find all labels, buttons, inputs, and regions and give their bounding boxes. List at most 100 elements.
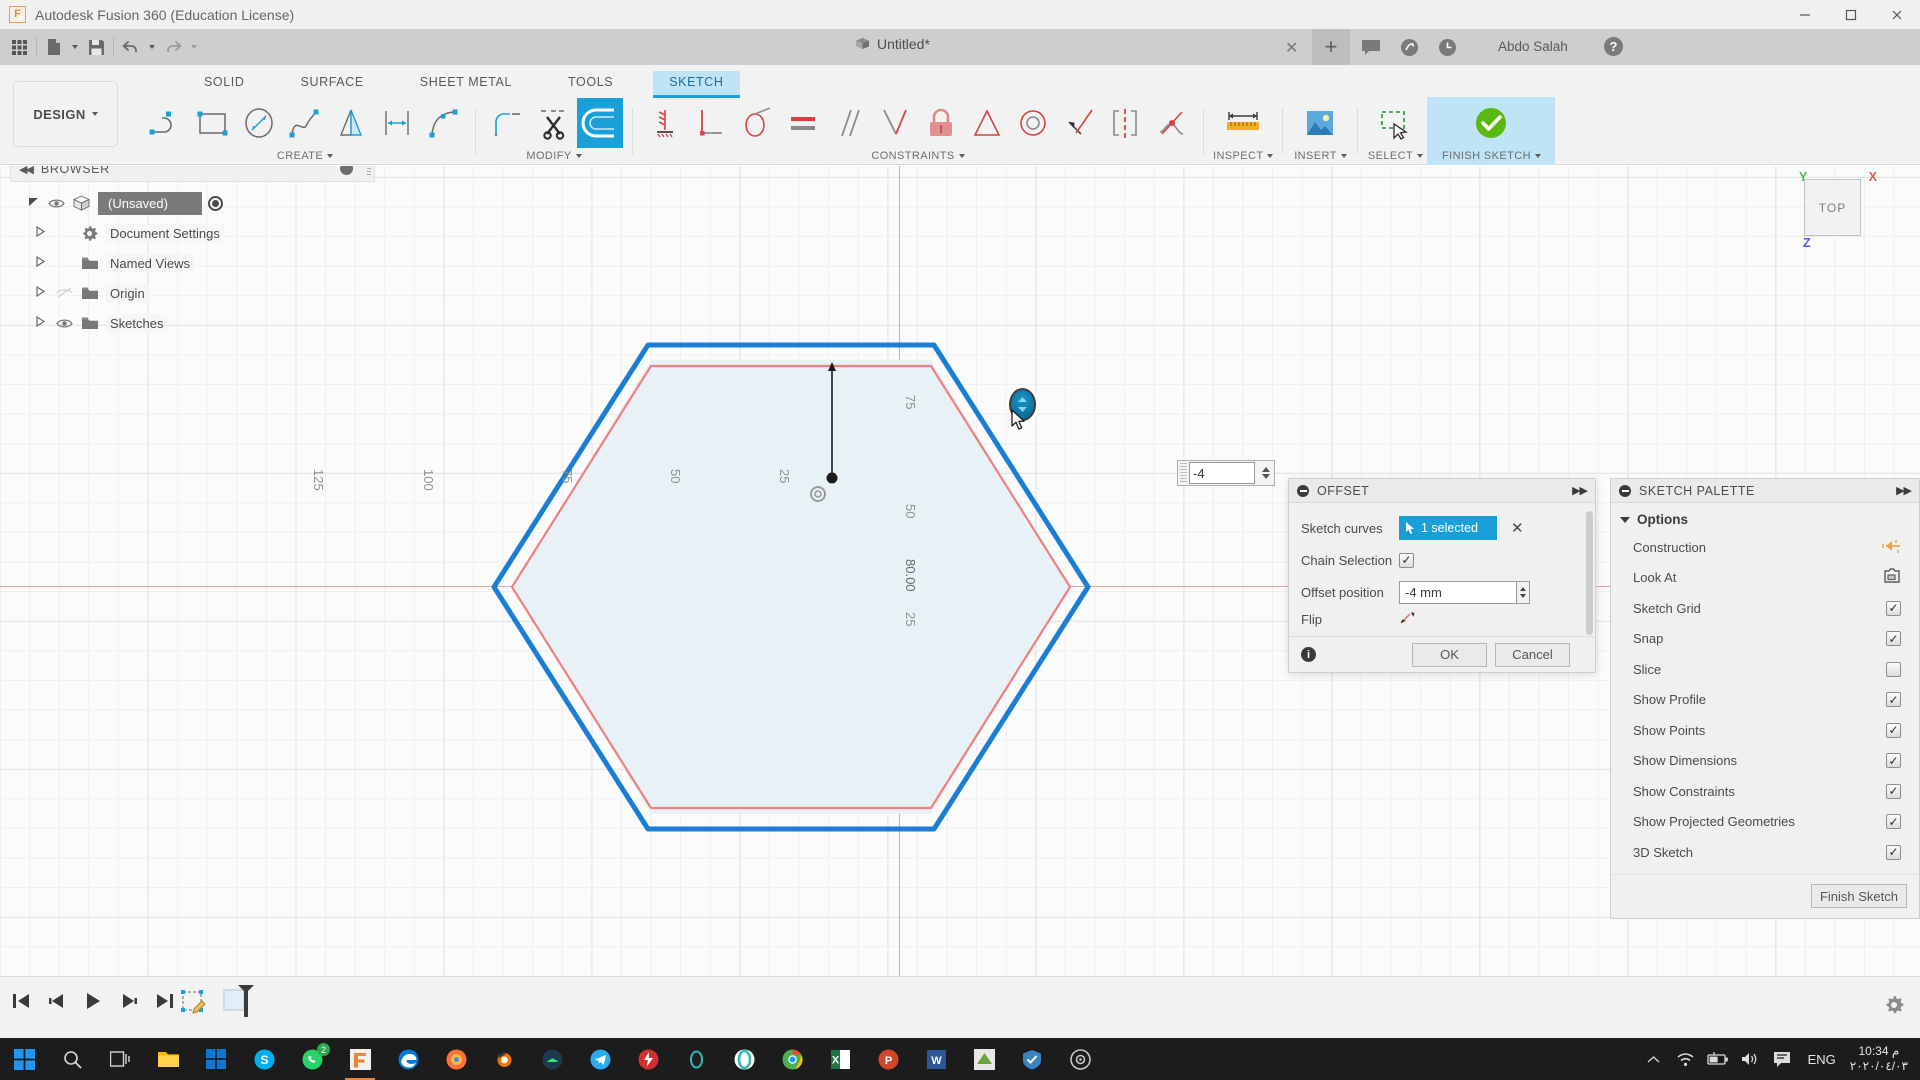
show-profile-checkbox[interactable]: ✓ <box>1886 692 1901 708</box>
opera-gx-icon[interactable] <box>672 1038 720 1080</box>
visibility-eye-icon[interactable] <box>55 318 73 329</box>
collinear-constraint-icon[interactable] <box>1010 98 1056 148</box>
offset-value-input[interactable] <box>1189 462 1255 484</box>
trim-tool-icon[interactable] <box>531 98 577 148</box>
save-icon[interactable] <box>83 33 109 61</box>
browser-collapse-icon[interactable]: ◀◀ <box>19 166 34 176</box>
blender-icon[interactable] <box>480 1038 528 1080</box>
sketch-palette-header[interactable]: SKETCH PALETTE ▶▶ <box>1611 479 1919 503</box>
tab-tools[interactable]: TOOLS <box>552 71 629 95</box>
ribbon-group-modify-label[interactable]: MODIFY <box>526 150 582 162</box>
flip-icon[interactable] <box>1399 610 1416 628</box>
offset-position-input[interactable]: -4 mm <box>1399 580 1517 604</box>
close-button[interactable] <box>1874 0 1920 29</box>
parallel-constraint-icon[interactable] <box>826 98 872 148</box>
undo-dropdown[interactable] <box>146 33 158 61</box>
notification-icon[interactable] <box>1398 36 1420 58</box>
circle-tool-icon[interactable] <box>236 98 282 148</box>
value-step-up[interactable] <box>1262 467 1270 472</box>
browser-item-document-settings[interactable]: Document Settings <box>10 218 375 248</box>
play-icon[interactable] <box>82 990 104 1012</box>
ribbon-group-select-label[interactable]: SELECT <box>1368 150 1424 162</box>
value-input-grip[interactable] <box>1180 463 1187 483</box>
offset-tool-icon[interactable] <box>577 98 623 148</box>
fusion360-icon[interactable] <box>336 1038 384 1080</box>
opera-icon[interactable] <box>720 1038 768 1080</box>
volume-icon[interactable] <box>1734 1038 1766 1080</box>
action-center-icon[interactable] <box>1766 1038 1798 1080</box>
activate-component-radio[interactable] <box>208 195 223 211</box>
excel-icon[interactable]: X <box>816 1038 864 1080</box>
show-dimensions-checkbox[interactable]: ✓ <box>1886 753 1901 769</box>
visibility-eye-off-icon[interactable] <box>55 287 73 299</box>
task-view-icon[interactable] <box>96 1038 144 1080</box>
ribbon-group-finish-sketch-label[interactable]: FINISH SKETCH <box>1442 150 1541 162</box>
sketch-dimension-icon[interactable] <box>374 98 420 148</box>
fillet-tool-icon[interactable] <box>485 98 531 148</box>
view-cube[interactable]: TOP Y X Z <box>1799 170 1877 250</box>
app-grid-icon[interactable] <box>6 33 32 61</box>
tangent-constraint-icon[interactable] <box>734 98 780 148</box>
dialog-expand-icon[interactable]: ▶▶ <box>1572 484 1588 497</box>
palette-minimize-icon[interactable] <box>1619 484 1631 497</box>
visibility-eye-icon[interactable] <box>47 198 65 209</box>
minimize-button[interactable] <box>1782 0 1828 29</box>
expand-triangle-icon[interactable] <box>36 255 48 270</box>
chain-selection-checkbox[interactable]: ✓ <box>1399 552 1414 568</box>
mirror-tool-icon[interactable] <box>328 98 374 148</box>
word-icon[interactable]: W <box>912 1038 960 1080</box>
insert-image-icon[interactable] <box>1292 98 1348 148</box>
android-studio-icon[interactable] <box>528 1038 576 1080</box>
whatsapp-icon[interactable]: 2 <box>288 1038 336 1080</box>
value-step-down[interactable] <box>1262 474 1270 479</box>
inline-value-input[interactable] <box>1177 460 1275 486</box>
browser-minimize-icon[interactable] <box>340 166 353 175</box>
clock[interactable]: 10:34 م ٢٠٢٠/٠٤/٠٣ <box>1846 1044 1920 1074</box>
shield-icon[interactable] <box>1008 1038 1056 1080</box>
palette-row-show-projected-geometries[interactable]: Show Projected Geometries ✓ <box>1611 807 1919 838</box>
expand-triangle-icon[interactable] <box>28 196 40 210</box>
redo-icon[interactable] <box>160 33 186 61</box>
help-icon[interactable]: ? <box>1603 36 1624 60</box>
start-icon[interactable] <box>0 1038 48 1080</box>
tab-sheet-metal[interactable]: SHEET METAL <box>404 71 528 95</box>
file-explorer-icon[interactable] <box>144 1038 192 1080</box>
offset-dialog-header[interactable]: OFFSET ▶▶ <box>1289 479 1595 503</box>
palette-row-construction[interactable]: Construction <box>1611 532 1919 563</box>
fix-unfix-constraint-icon[interactable] <box>918 98 964 148</box>
edge-legacy-icon[interactable] <box>384 1038 432 1080</box>
finish-sketch-icon[interactable] <box>1431 98 1552 148</box>
offset-position-stepper[interactable] <box>1517 580 1530 604</box>
clear-selection-icon[interactable]: ✕ <box>1511 519 1524 537</box>
skype-icon[interactable]: S <box>240 1038 288 1080</box>
midpoint-constraint-icon[interactable] <box>1056 98 1102 148</box>
3d-sketch-checkbox[interactable]: ✓ <box>1886 844 1901 860</box>
construction-icon[interactable] <box>1882 538 1901 557</box>
dialog-scrollbar[interactable] <box>1586 511 1593 635</box>
ribbon-group-insert-label[interactable]: INSERT <box>1294 150 1347 162</box>
language-indicator[interactable]: ENG <box>1798 1052 1846 1067</box>
perpendicular-constraint-icon[interactable] <box>688 98 734 148</box>
palette-row-show-points[interactable]: Show Points ✓ <box>1611 715 1919 746</box>
user-name[interactable]: Abdo Salah <box>1498 39 1568 54</box>
sketch-feature-icon[interactable] <box>178 987 208 1017</box>
document-tab[interactable]: Untitled* <box>855 36 930 52</box>
expand-triangle-icon[interactable] <box>36 285 48 300</box>
ribbon-group-inspect-label[interactable]: INSPECT <box>1213 150 1274 162</box>
new-file-icon[interactable] <box>41 33 67 61</box>
palette-row-show-dimensions[interactable]: Show Dimensions ✓ <box>1611 746 1919 777</box>
browser-item-named-views[interactable]: Named Views <box>10 248 375 278</box>
view-cube-top-face[interactable]: TOP <box>1804 179 1861 236</box>
go-to-end-icon[interactable] <box>154 990 176 1012</box>
undo-icon[interactable] <box>118 33 144 61</box>
value-input-stepper[interactable] <box>1258 462 1274 484</box>
step-forward-icon[interactable] <box>118 990 140 1012</box>
redo-dropdown[interactable] <box>188 33 200 61</box>
palette-row-slice[interactable]: Slice <box>1611 654 1919 685</box>
rectangle-tool-icon[interactable] <box>190 98 236 148</box>
palette-expand-icon[interactable]: ▶▶ <box>1896 484 1912 497</box>
timeline-marker-icon[interactable] <box>222 983 262 1028</box>
info-icon[interactable]: i <box>1301 647 1316 662</box>
tray-chevron-up-icon[interactable] <box>1638 1038 1670 1080</box>
slice-checkbox[interactable] <box>1886 661 1901 677</box>
